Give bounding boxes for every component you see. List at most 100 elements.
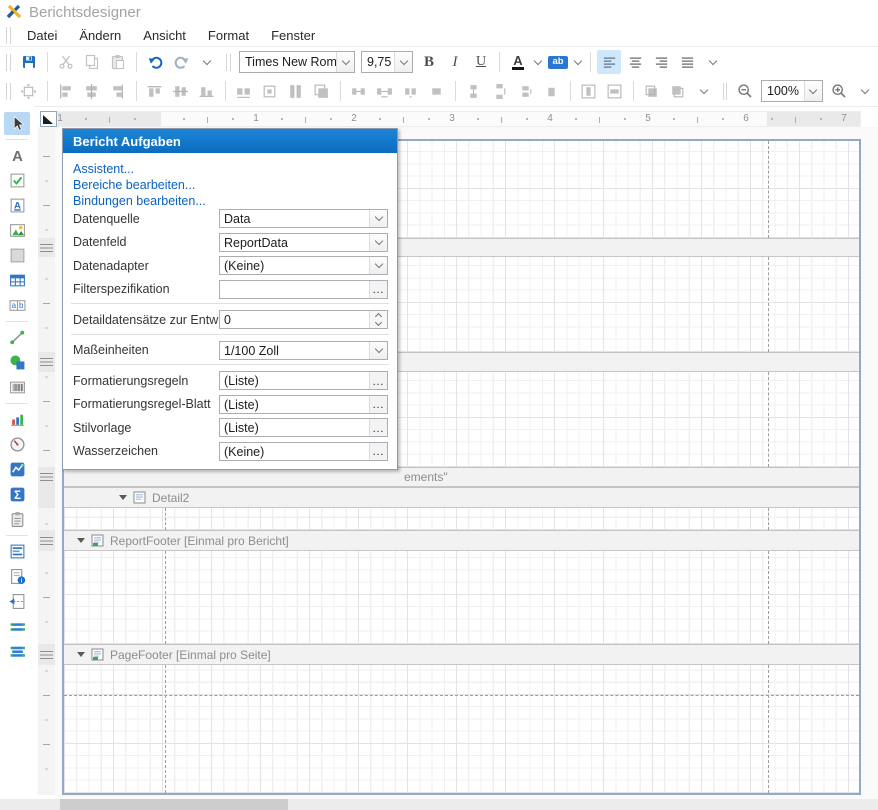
- band-caption-reportfooter[interactable]: ReportFooter [Einmal pro Bericht]: [64, 530, 859, 551]
- arrange-more-button[interactable]: [692, 79, 716, 103]
- align-middles-button[interactable]: [169, 79, 193, 103]
- filterspezifikation-field[interactable]: …: [219, 280, 388, 299]
- band-splitter[interactable]: [38, 467, 55, 487]
- align-lefts-button[interactable]: [54, 79, 78, 103]
- menu-ansicht[interactable]: Ansicht: [132, 26, 197, 45]
- snap-to-grid-button[interactable]: [17, 79, 41, 103]
- band-content[interactable]: [64, 508, 859, 530]
- band-caption[interactable]: ements": [64, 467, 859, 487]
- hspacing-remove-button[interactable]: [425, 79, 449, 103]
- character-comb-tool[interactable]: ab: [4, 294, 30, 317]
- datenquelle-combo[interactable]: Data: [219, 209, 388, 228]
- same-size-button[interactable]: [310, 79, 334, 103]
- align-bottoms-button[interactable]: [195, 79, 219, 103]
- vspacing-decrease-button[interactable]: [514, 79, 538, 103]
- vspacing-remove-button[interactable]: [540, 79, 564, 103]
- collapse-triangle-icon[interactable]: [119, 495, 127, 500]
- zoom-grip[interactable]: [723, 83, 728, 100]
- edit-bindings-link[interactable]: Bindungen bearbeiten...: [73, 193, 397, 209]
- ellipsis-button[interactable]: …: [369, 372, 387, 389]
- send-to-back-button[interactable]: [666, 79, 690, 103]
- font-size-combo[interactable]: 9,75: [361, 51, 413, 73]
- center-horizontally-button[interactable]: [577, 79, 601, 103]
- bold-button[interactable]: B: [417, 50, 441, 74]
- formatierungsregeln-field[interactable]: (Liste)…: [219, 371, 388, 390]
- band-caption-detail2[interactable]: Detail2: [64, 487, 859, 508]
- band-splitter[interactable]: [38, 530, 55, 551]
- save-button[interactable]: [17, 50, 41, 74]
- line-tool[interactable]: [4, 326, 30, 349]
- ellipsis-button[interactable]: …: [369, 396, 387, 413]
- hspacing-decrease-button[interactable]: [399, 79, 423, 103]
- redo-button[interactable]: [169, 50, 193, 74]
- ellipsis-button[interactable]: …: [369, 281, 387, 298]
- undo-button[interactable]: [143, 50, 167, 74]
- edit-bands-link[interactable]: Bereiche bearbeiten...: [73, 177, 397, 193]
- underline-button[interactable]: U: [469, 50, 493, 74]
- menu-fenster[interactable]: Fenster: [260, 26, 326, 45]
- hspacing-increase-button[interactable]: [373, 79, 397, 103]
- horizontal-ruler[interactable]: 11234567: [57, 111, 861, 127]
- align-tops-button[interactable]: [143, 79, 167, 103]
- alignment-more-button[interactable]: [701, 50, 725, 74]
- paste-button[interactable]: [106, 50, 130, 74]
- font-color-dropdown-icon[interactable]: [532, 50, 544, 74]
- same-height-button[interactable]: [284, 79, 308, 103]
- spin-buttons[interactable]: [369, 311, 387, 328]
- stilvorlage-field[interactable]: (Liste)…: [219, 418, 388, 437]
- dropdown-button[interactable]: [369, 234, 387, 251]
- gauge-tool[interactable]: [4, 433, 30, 456]
- size-to-grid-button[interactable]: [258, 79, 282, 103]
- zoom-in-button[interactable]: [827, 79, 851, 103]
- vspacing-equal-button[interactable]: [462, 79, 486, 103]
- zoom-combo[interactable]: 100%: [761, 80, 823, 102]
- document-info-tool[interactable]: i: [4, 565, 30, 588]
- band-splitter[interactable]: [38, 487, 55, 508]
- zoom-out-button[interactable]: [733, 79, 757, 103]
- zoom-dropdown-icon[interactable]: [804, 81, 822, 101]
- vertical-ruler[interactable]: [38, 127, 55, 795]
- font-name-dropdown-icon[interactable]: [336, 52, 354, 72]
- cross-band-line-tool[interactable]: [4, 615, 30, 638]
- highlight-dropdown-icon[interactable]: [572, 50, 584, 74]
- band-splitter[interactable]: [38, 352, 55, 372]
- detaildatensätze-zur-entwurfszeit-spinner[interactable]: 0: [219, 310, 388, 329]
- toolbar2-grip[interactable]: [6, 83, 11, 100]
- band-content[interactable]: [64, 551, 859, 644]
- table-of-contents-tool[interactable]: [4, 540, 30, 563]
- pivot-grid-tool[interactable]: Σ: [4, 483, 30, 506]
- smart-tag-button[interactable]: [40, 111, 57, 127]
- page-break-tool[interactable]: [4, 590, 30, 613]
- formatierungsregel-blatt-field[interactable]: (Liste)…: [219, 395, 388, 414]
- hspacing-equal-button[interactable]: [347, 79, 371, 103]
- font-color-button[interactable]: A: [506, 50, 530, 74]
- collapse-triangle-icon[interactable]: [77, 652, 85, 657]
- same-width-button[interactable]: [232, 79, 256, 103]
- rich-text-tool[interactable]: A: [4, 194, 30, 217]
- menu-datei[interactable]: Datei: [16, 26, 68, 45]
- copy-button[interactable]: [80, 50, 104, 74]
- dropdown-button[interactable]: [369, 257, 387, 274]
- font-name-combo[interactable]: Times New Roman: [239, 51, 355, 73]
- align-rights-button[interactable]: [106, 79, 130, 103]
- datenadapter-combo[interactable]: (Keine): [219, 256, 388, 275]
- maßeinheiten-combo[interactable]: 1/100 Zoll: [219, 341, 388, 360]
- sparkline-tool[interactable]: [4, 458, 30, 481]
- highlight-button[interactable]: ab: [546, 50, 570, 74]
- center-vertically-button[interactable]: [603, 79, 627, 103]
- undo-redo-more-button[interactable]: [195, 50, 219, 74]
- ellipsis-button[interactable]: …: [369, 443, 387, 460]
- font-size-dropdown-icon[interactable]: [394, 52, 412, 72]
- cross-band-box-tool[interactable]: [4, 640, 30, 663]
- datenfeld-combo[interactable]: ReportData: [219, 233, 388, 252]
- dropdown-button[interactable]: [369, 210, 387, 227]
- menubar-grip[interactable]: [6, 27, 11, 44]
- band-splitter[interactable]: [38, 238, 55, 257]
- bring-to-front-button[interactable]: [640, 79, 664, 103]
- menu-format[interactable]: Format: [197, 26, 260, 45]
- pointer-tool[interactable]: [4, 112, 30, 135]
- align-justify-button[interactable]: [675, 50, 699, 74]
- wizard-link[interactable]: Assistent...: [73, 161, 397, 177]
- band-content[interactable]: [64, 665, 859, 793]
- horizontal-scrollbar[interactable]: [0, 799, 878, 810]
